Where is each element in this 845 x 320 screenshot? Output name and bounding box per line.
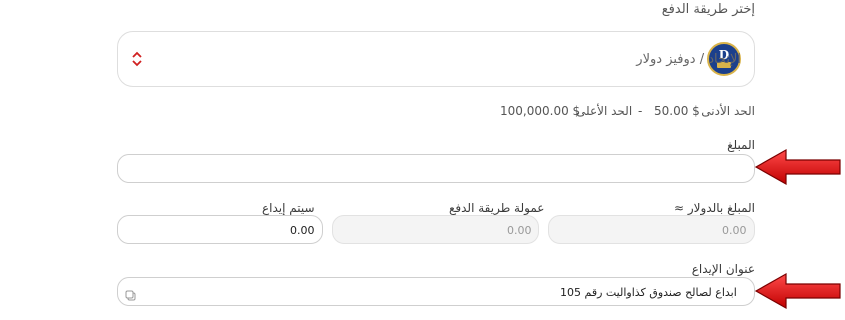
max-limit-label: الحد الأعلى: [576, 104, 633, 118]
deposit-total-label: سيتم إيداع: [262, 201, 315, 215]
limits-separator: -: [638, 104, 643, 118]
amount-input[interactable]: [117, 154, 755, 183]
annotation-arrow-address: [752, 270, 844, 316]
chevron-updown-icon[interactable]: [131, 51, 143, 71]
deposit-total-value: 0.00: [290, 224, 315, 237]
amount-label: المبلغ: [727, 138, 755, 152]
usd-amount-label: المبلغ بالدولار ≈: [674, 201, 755, 215]
payment-method-label: الإتحاد / دوفيز دولار: [636, 52, 741, 67]
annotation-arrow-amount: [752, 146, 844, 192]
deposit-address-label: عنوان الإيداع: [691, 262, 755, 276]
min-limit-value: 50.00 $: [654, 104, 700, 118]
method-fee-value: 0.00: [507, 224, 532, 237]
copy-icon[interactable]: [125, 286, 136, 305]
method-fee-label: عمولة طريقة الدفع: [449, 201, 545, 215]
usd-amount-value: 0.00: [722, 224, 747, 237]
page-title: إختر طريقة الدفع: [661, 2, 755, 17]
min-limit-label: الحد الأدنى: [701, 104, 755, 118]
max-limit-value: 100,000.00 $: [500, 104, 581, 118]
deposit-address-value: ابداع لصالح صندوق كذاواليت رقم 105: [560, 286, 737, 299]
